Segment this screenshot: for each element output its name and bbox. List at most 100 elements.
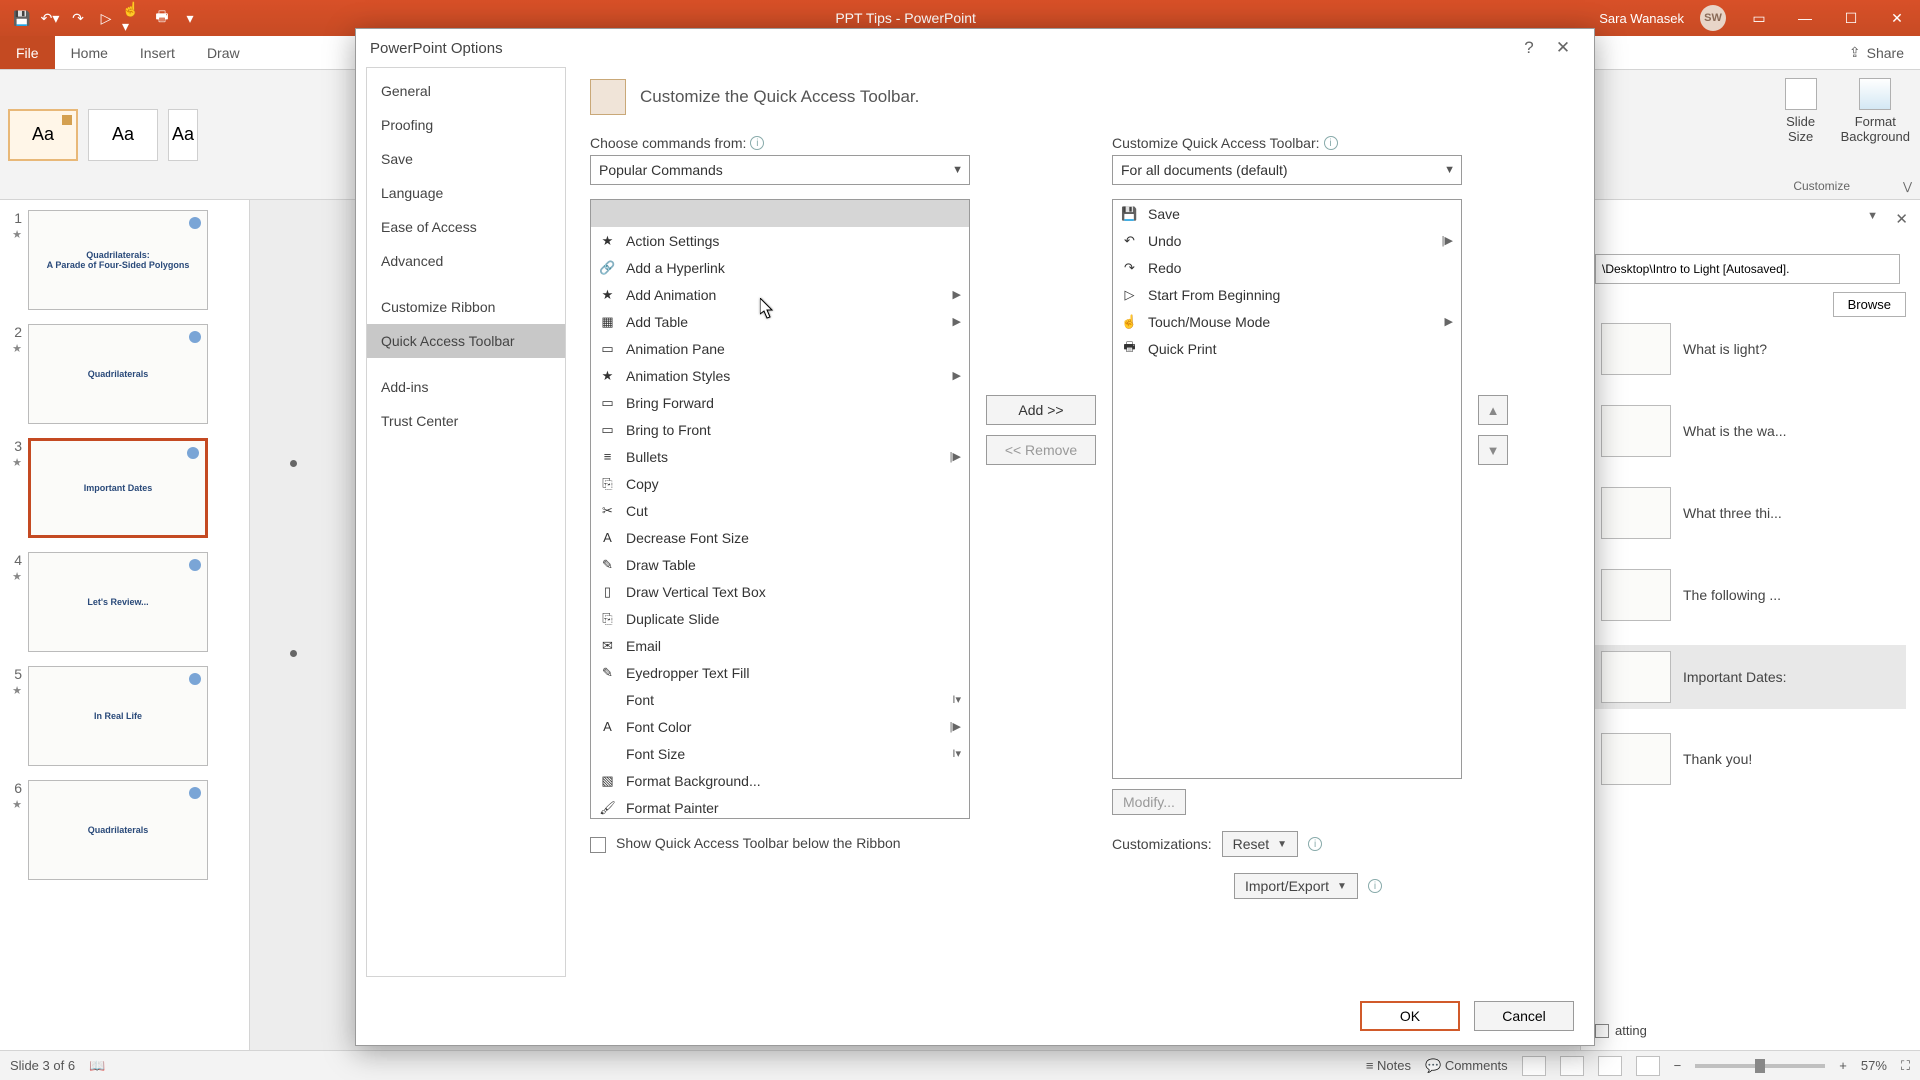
qat-item[interactable]: 🖶 Quick Print [1113,335,1461,362]
current-qat-list[interactable]: 💾 Save ↶ Undo |▶ ↷ Redo ▷ Start From Beg… [1112,199,1462,779]
remove-button[interactable]: << Remove [986,435,1096,465]
ok-button[interactable]: OK [1360,1001,1460,1031]
command-item[interactable]: 🖌 Format Painter [591,794,969,819]
reuse-slide-item[interactable]: The following ... [1595,563,1906,627]
sidebar-item-ease-of-access[interactable]: Ease of Access [367,210,565,244]
zoom-slider[interactable] [1695,1064,1825,1068]
sidebar-item-proofing[interactable]: Proofing [367,108,565,142]
info-icon[interactable]: i [750,136,764,150]
command-item[interactable]: ▭ Bring Forward [591,389,969,416]
reuse-slide-item[interactable]: What is light? [1595,317,1906,381]
slide-thumbnail[interactable]: In Real Life [28,666,208,766]
save-icon[interactable]: 💾 [10,6,34,30]
command-item[interactable]: 🔗 Add a Hyperlink [591,254,969,281]
command-item[interactable]: ▧ Format Background... [591,767,969,794]
sidebar-item-quick-access-toolbar[interactable]: Quick Access Toolbar [367,324,565,358]
maximize-icon[interactable]: ☐ [1828,0,1874,36]
command-item[interactable]: ★ Action Settings [591,227,969,254]
import-export-button[interactable]: Import/Export▼ [1234,873,1358,899]
fit-window-icon[interactable]: ⛶ [1901,1058,1910,1074]
ribbon-options-icon[interactable]: ▭ [1736,0,1782,36]
command-item[interactable]: ▭ Animation Pane [591,335,969,362]
slide-thumbnail[interactable]: Let's Review... [28,552,208,652]
comments-button[interactable]: 💬 Comments [1425,1058,1508,1074]
slide-thumbnail[interactable]: Quadrilaterals [28,324,208,424]
zoom-in-icon[interactable]: + [1839,1058,1847,1073]
start-from-beginning-icon[interactable]: ▷ [94,6,118,30]
share-button[interactable]: ⇪ Share [1833,36,1920,69]
dialog-close-icon[interactable]: ✕ [1546,31,1580,65]
slideshow-view-icon[interactable] [1636,1056,1660,1076]
theme-thumbnail[interactable]: Aa [168,109,198,161]
command-item[interactable]: ✉ Email [591,632,969,659]
redo-icon[interactable]: ↷ [66,6,90,30]
slide-thumbnail-item[interactable]: 3 ★ Important Dates [6,438,243,538]
info-icon[interactable]: i [1368,879,1382,893]
sorter-view-icon[interactable] [1560,1056,1584,1076]
zoom-out-icon[interactable]: − [1674,1058,1682,1073]
sidebar-item-general[interactable]: General [367,74,565,108]
customize-qat-combo[interactable]: For all documents (default) ▼ [1112,155,1462,185]
command-item[interactable]: ⎘ Duplicate Slide [591,605,969,632]
keep-formatting-checkbox[interactable]: atting [1595,1023,1647,1038]
theme-thumbnail[interactable]: Aa [88,109,158,161]
command-item[interactable]: ✎ Eyedropper Text Fill [591,659,969,686]
cancel-button[interactable]: Cancel [1474,1001,1574,1031]
reuse-slide-item[interactable]: What three thi... [1595,481,1906,545]
normal-view-icon[interactable] [1522,1056,1546,1076]
qat-item[interactable]: ☝ Touch/Mouse Mode ▶ [1113,308,1461,335]
theme-thumbnail[interactable]: Aa [8,109,78,161]
command-item[interactable]: ▦ Add Table ▶ [591,308,969,335]
help-icon[interactable]: ? [1512,31,1546,65]
reading-view-icon[interactable] [1598,1056,1622,1076]
command-item[interactable]: ★ Animation Styles ▶ [591,362,969,389]
spellcheck-icon[interactable]: 📖 [89,1058,105,1074]
slide-thumbnail[interactable]: Important Dates [28,438,208,538]
command-item[interactable]: A Font Color |▶ [591,713,969,740]
modify-button[interactable]: Modify... [1112,789,1186,815]
zoom-level[interactable]: 57% [1861,1058,1887,1073]
available-commands-list[interactable]: ★ Action Settings 🔗 Add a Hyperlink ★ Ad… [590,199,970,819]
undo-icon[interactable]: ↶▾ [38,6,62,30]
slide-thumbnail-item[interactable]: 1 ★ Quadrilaterals: A Parade of Four-Sid… [6,210,243,310]
avatar[interactable]: SW [1700,5,1726,31]
collapse-ribbon-icon[interactable]: ⋁ [1903,180,1912,193]
qat-item[interactable]: ↷ Redo [1113,254,1461,281]
sidebar-item-trust-center[interactable]: Trust Center [367,404,565,438]
close-pane-icon[interactable]: ✕ [1895,210,1908,228]
touch-mouse-icon[interactable]: ☝▾ [122,6,146,30]
reuse-slide-item[interactable]: Important Dates: [1595,645,1906,709]
tab-home[interactable]: Home [55,36,124,69]
show-below-ribbon-checkbox[interactable] [590,837,606,853]
tab-draw[interactable]: Draw [191,36,256,69]
move-up-button[interactable]: ▲ [1478,395,1508,425]
slide-thumbnail[interactable]: Quadrilaterals [28,780,208,880]
sidebar-item-advanced[interactable]: Advanced [367,244,565,278]
pane-options-icon[interactable]: ▼ [1867,210,1878,222]
slide-thumbnail-item[interactable]: 2 ★ Quadrilaterals [6,324,243,424]
slide-thumbnail-item[interactable]: 5 ★ In Real Life [6,666,243,766]
command-item[interactable]: ★ Add Animation ▶ [591,281,969,308]
qat-more-icon[interactable]: ▾ [178,6,202,30]
qat-item[interactable]: 💾 Save [1113,200,1461,227]
command-item[interactable]: ▭ Bring to Front [591,416,969,443]
command-item[interactable]: Font I▾ [591,686,969,713]
qat-item[interactable]: ↶ Undo |▶ [1113,227,1461,254]
slide-size-button[interactable]: Slide Size [1785,78,1817,144]
quick-print-icon[interactable]: 🖶 [150,6,174,30]
command-item[interactable]: ⎘ Copy [591,470,969,497]
notes-button[interactable]: ≡ Notes [1366,1058,1411,1073]
browse-button[interactable]: Browse [1833,292,1906,317]
tab-insert[interactable]: Insert [124,36,191,69]
command-item[interactable]: Font Size I▾ [591,740,969,767]
qat-item[interactable]: ▷ Start From Beginning [1113,281,1461,308]
format-background-button[interactable]: Format Background [1841,78,1910,144]
minimize-icon[interactable]: — [1782,0,1828,36]
tab-file[interactable]: File [0,36,55,69]
reuse-slide-item[interactable]: Thank you! [1595,727,1906,791]
slide-thumbnail-item[interactable]: 6 ★ Quadrilaterals [6,780,243,880]
command-item[interactable]: ✂ Cut [591,497,969,524]
sidebar-item-customize-ribbon[interactable]: Customize Ribbon [367,290,565,324]
slide-thumbnail-item[interactable]: 4 ★ Let's Review... [6,552,243,652]
close-icon[interactable]: ✕ [1874,0,1920,36]
